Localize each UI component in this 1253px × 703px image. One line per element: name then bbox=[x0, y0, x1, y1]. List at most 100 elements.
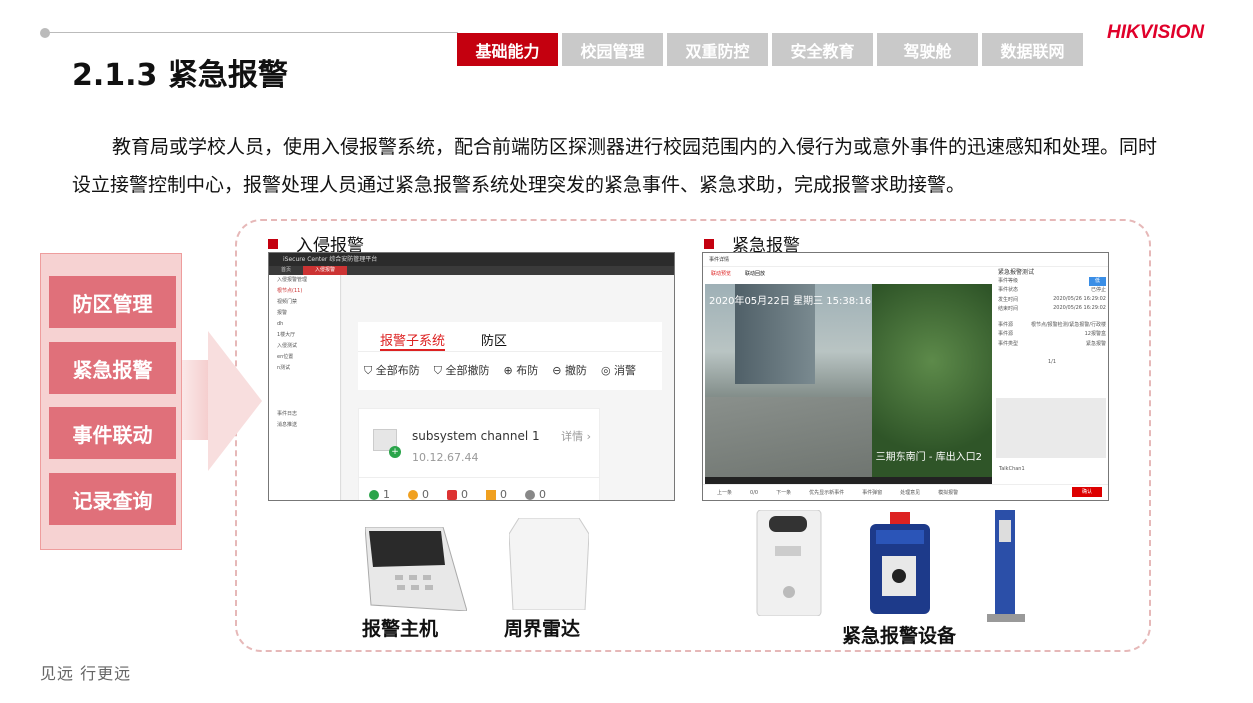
decor-dot bbox=[40, 28, 50, 38]
row-key: 事件等级 bbox=[998, 277, 1019, 284]
row-value: 2020/05/26 16:29:02 bbox=[1053, 295, 1106, 302]
app-tabs: 首页 入侵报警 bbox=[269, 266, 674, 275]
next-button[interactable]: 下一条 bbox=[776, 489, 791, 496]
top-nav-tabs: 基础能力 校园管理 双重防控 安全教育 驾驶舱 数据联网 bbox=[457, 33, 1083, 66]
sidebar-item[interactable]: 报警 bbox=[269, 308, 340, 319]
alarm-pillar-image bbox=[985, 510, 1027, 622]
detail-row: 事件状态 已停止 bbox=[996, 286, 1108, 296]
comment-input[interactable]: 模拟报警 bbox=[938, 489, 958, 496]
channel-card[interactable]: + subsystem channel 1 10.12.67.44 详情 › 1… bbox=[358, 408, 600, 501]
count: 0 bbox=[539, 488, 546, 501]
row-key: 事件状态 bbox=[998, 287, 1019, 293]
feature-record-query: 记录查询 bbox=[49, 473, 176, 525]
pager-text: 1/1 bbox=[1047, 359, 1057, 365]
event-tabs: 联动预览 联动回放 bbox=[711, 270, 765, 277]
arm-button[interactable]: ⊕ 布防 bbox=[504, 362, 539, 390]
status-counts: 1 0 0 0 0 bbox=[369, 488, 546, 501]
clear-alarm-button[interactable]: ◎ 消警 bbox=[601, 362, 636, 390]
prev-button[interactable]: 上一条 bbox=[717, 489, 732, 496]
detail-row: 事件源 根节点/报警检测/紧急报警/行政楼 bbox=[996, 321, 1108, 331]
event-title: 紧急报警测试 bbox=[996, 267, 1108, 277]
arm-label: 布防 bbox=[516, 364, 539, 377]
subsystem-tabs: 报警子系统 防区 bbox=[358, 322, 662, 352]
sidebar-item[interactable]: 事件日志 bbox=[269, 409, 340, 420]
counter: 0/0 bbox=[750, 489, 759, 496]
warning-icon bbox=[486, 489, 496, 500]
emergency-devices-caption: 紧急报警设备 bbox=[842, 625, 957, 647]
alarm-host-image bbox=[364, 526, 468, 612]
tab-basic[interactable]: 基础能力 bbox=[457, 33, 558, 66]
snapshot-thumbnail[interactable] bbox=[996, 398, 1106, 458]
tab-cockpit[interactable]: 驾驶舱 bbox=[877, 33, 978, 66]
row-key: 事件源 bbox=[998, 321, 1014, 328]
event-title-text: 紧急报警测试 bbox=[998, 269, 1035, 276]
status-armed: 1 bbox=[369, 488, 390, 501]
newest-first-checkbox[interactable]: 优先显示新事件 bbox=[809, 489, 844, 496]
tab-campus[interactable]: 校园管理 bbox=[562, 33, 663, 66]
app-tab-home[interactable]: 首页 bbox=[269, 266, 303, 275]
plus-icon: + bbox=[389, 446, 401, 458]
sidebar-item[interactable]: 消息推送 bbox=[269, 420, 340, 431]
count: 0 bbox=[422, 488, 429, 501]
app-main: 报警子系统 防区 ⛉ 全部布防 ⛉ 全部撤防 ⊕ 布防 ⊖ 撤防 ◎ 消警 + … bbox=[342, 275, 674, 500]
confirm-button[interactable]: 确认 bbox=[1072, 487, 1102, 497]
sidebar-item[interactable]: en位置 bbox=[269, 352, 340, 363]
count: 0 bbox=[461, 488, 468, 501]
event-detail-panel: 紧急报警测试 事件等级 低 事件状态 已停止 发生时间 2020/05/26 16:2… bbox=[996, 267, 1108, 369]
minus-icon bbox=[408, 489, 418, 500]
talk-channel[interactable]: TalkChan1 bbox=[999, 466, 1025, 472]
event-window-title: 事件详情 bbox=[703, 253, 1108, 267]
sidebar-item[interactable]: 1楼大厅 bbox=[269, 330, 340, 341]
sidebar-item[interactable]: n测试 bbox=[269, 363, 340, 374]
sidebar-item[interactable]: 入侵测试 bbox=[269, 341, 340, 352]
sidebar-item[interactable]: 视频门禁 bbox=[269, 297, 340, 308]
tab-playback[interactable]: 联动回放 bbox=[745, 270, 765, 277]
status-offline: 0 bbox=[525, 488, 546, 501]
disarm-all-button[interactable]: ⛉ 全部撤防 bbox=[434, 362, 490, 390]
channel-ip: 10.12.67.44 bbox=[412, 451, 479, 464]
sidebar-item[interactable]: dh bbox=[269, 319, 340, 330]
arm-all-label: 全部布防 bbox=[375, 364, 420, 377]
feature-panel: 防区管理 紧急报警 事件联动 记录查询 bbox=[40, 253, 182, 550]
row-value: 低 bbox=[1088, 276, 1106, 286]
feature-emergency-alarm: 紧急报警 bbox=[49, 342, 176, 394]
video-feed[interactable]: 2020年05月22日 星期三 15:38:16 三期东南门 - 库出入口2 bbox=[705, 284, 992, 477]
row-key: 事件源 bbox=[998, 331, 1014, 337]
tab-zone[interactable]: 防区 bbox=[481, 330, 507, 351]
popup-checkbox[interactable]: 事件弹窗 bbox=[862, 489, 882, 496]
tab-dual-defense[interactable]: 双重防控 bbox=[667, 33, 768, 66]
status-bypass: 0 bbox=[408, 488, 429, 501]
subsystem-card: 报警子系统 防区 ⛉ 全部布防 ⛉ 全部撤防 ⊕ 布防 ⊖ 撤防 ◎ 消警 bbox=[358, 322, 662, 390]
disarm-all-label: 全部撤防 bbox=[445, 364, 490, 377]
sos-box-image bbox=[868, 512, 932, 614]
row-value: 2020/05/26 16:29:02 bbox=[1053, 305, 1106, 311]
row-value: 紧急报警 bbox=[1085, 340, 1106, 347]
tab-data-network[interactable]: 数据联网 bbox=[982, 33, 1083, 66]
alarm-icon bbox=[447, 489, 457, 500]
tab-alarm-subsystem[interactable]: 报警子系统 bbox=[380, 330, 446, 351]
tab-live[interactable]: 联动预览 bbox=[711, 270, 731, 277]
app-tab-intrusion[interactable]: 入侵报警 bbox=[303, 266, 348, 275]
bullet-square-icon bbox=[268, 238, 278, 249]
divider bbox=[359, 477, 599, 478]
detail-link[interactable]: 详情 › bbox=[561, 428, 591, 444]
check-icon bbox=[369, 489, 379, 500]
sidebar-item[interactable]: 根节点(11) bbox=[269, 286, 340, 297]
detail-row: 事件等级 低 bbox=[996, 276, 1108, 286]
detail-row: 发生时间 2020/05/26 16:29:02 bbox=[996, 296, 1108, 306]
tab-safety-edu[interactable]: 安全教育 bbox=[772, 33, 873, 66]
question-icon bbox=[525, 489, 535, 500]
emergency-app-screenshot: 事件详情 联动预览 联动回放 2020年05月22日 星期三 15:38:16 … bbox=[702, 252, 1109, 501]
disarm-label: 撤防 bbox=[564, 364, 587, 377]
video-timestamp: 2020年05月22日 星期三 15:38:16 bbox=[709, 296, 872, 307]
header-line bbox=[45, 32, 458, 33]
page-title: 2.1.3 紧急报警 bbox=[72, 58, 288, 93]
intercom-device-image bbox=[755, 509, 823, 617]
perimeter-radar-image bbox=[508, 517, 590, 611]
arm-all-button[interactable]: ⛉ 全部布防 bbox=[364, 362, 420, 390]
count: 1 bbox=[383, 488, 390, 501]
pager[interactable]: 1/1 bbox=[996, 359, 1108, 369]
sidebar-title: 入侵报警管理 bbox=[277, 277, 308, 283]
comment-label: 处理意见 bbox=[900, 490, 921, 496]
disarm-button[interactable]: ⊖ 撤防 bbox=[552, 362, 587, 390]
